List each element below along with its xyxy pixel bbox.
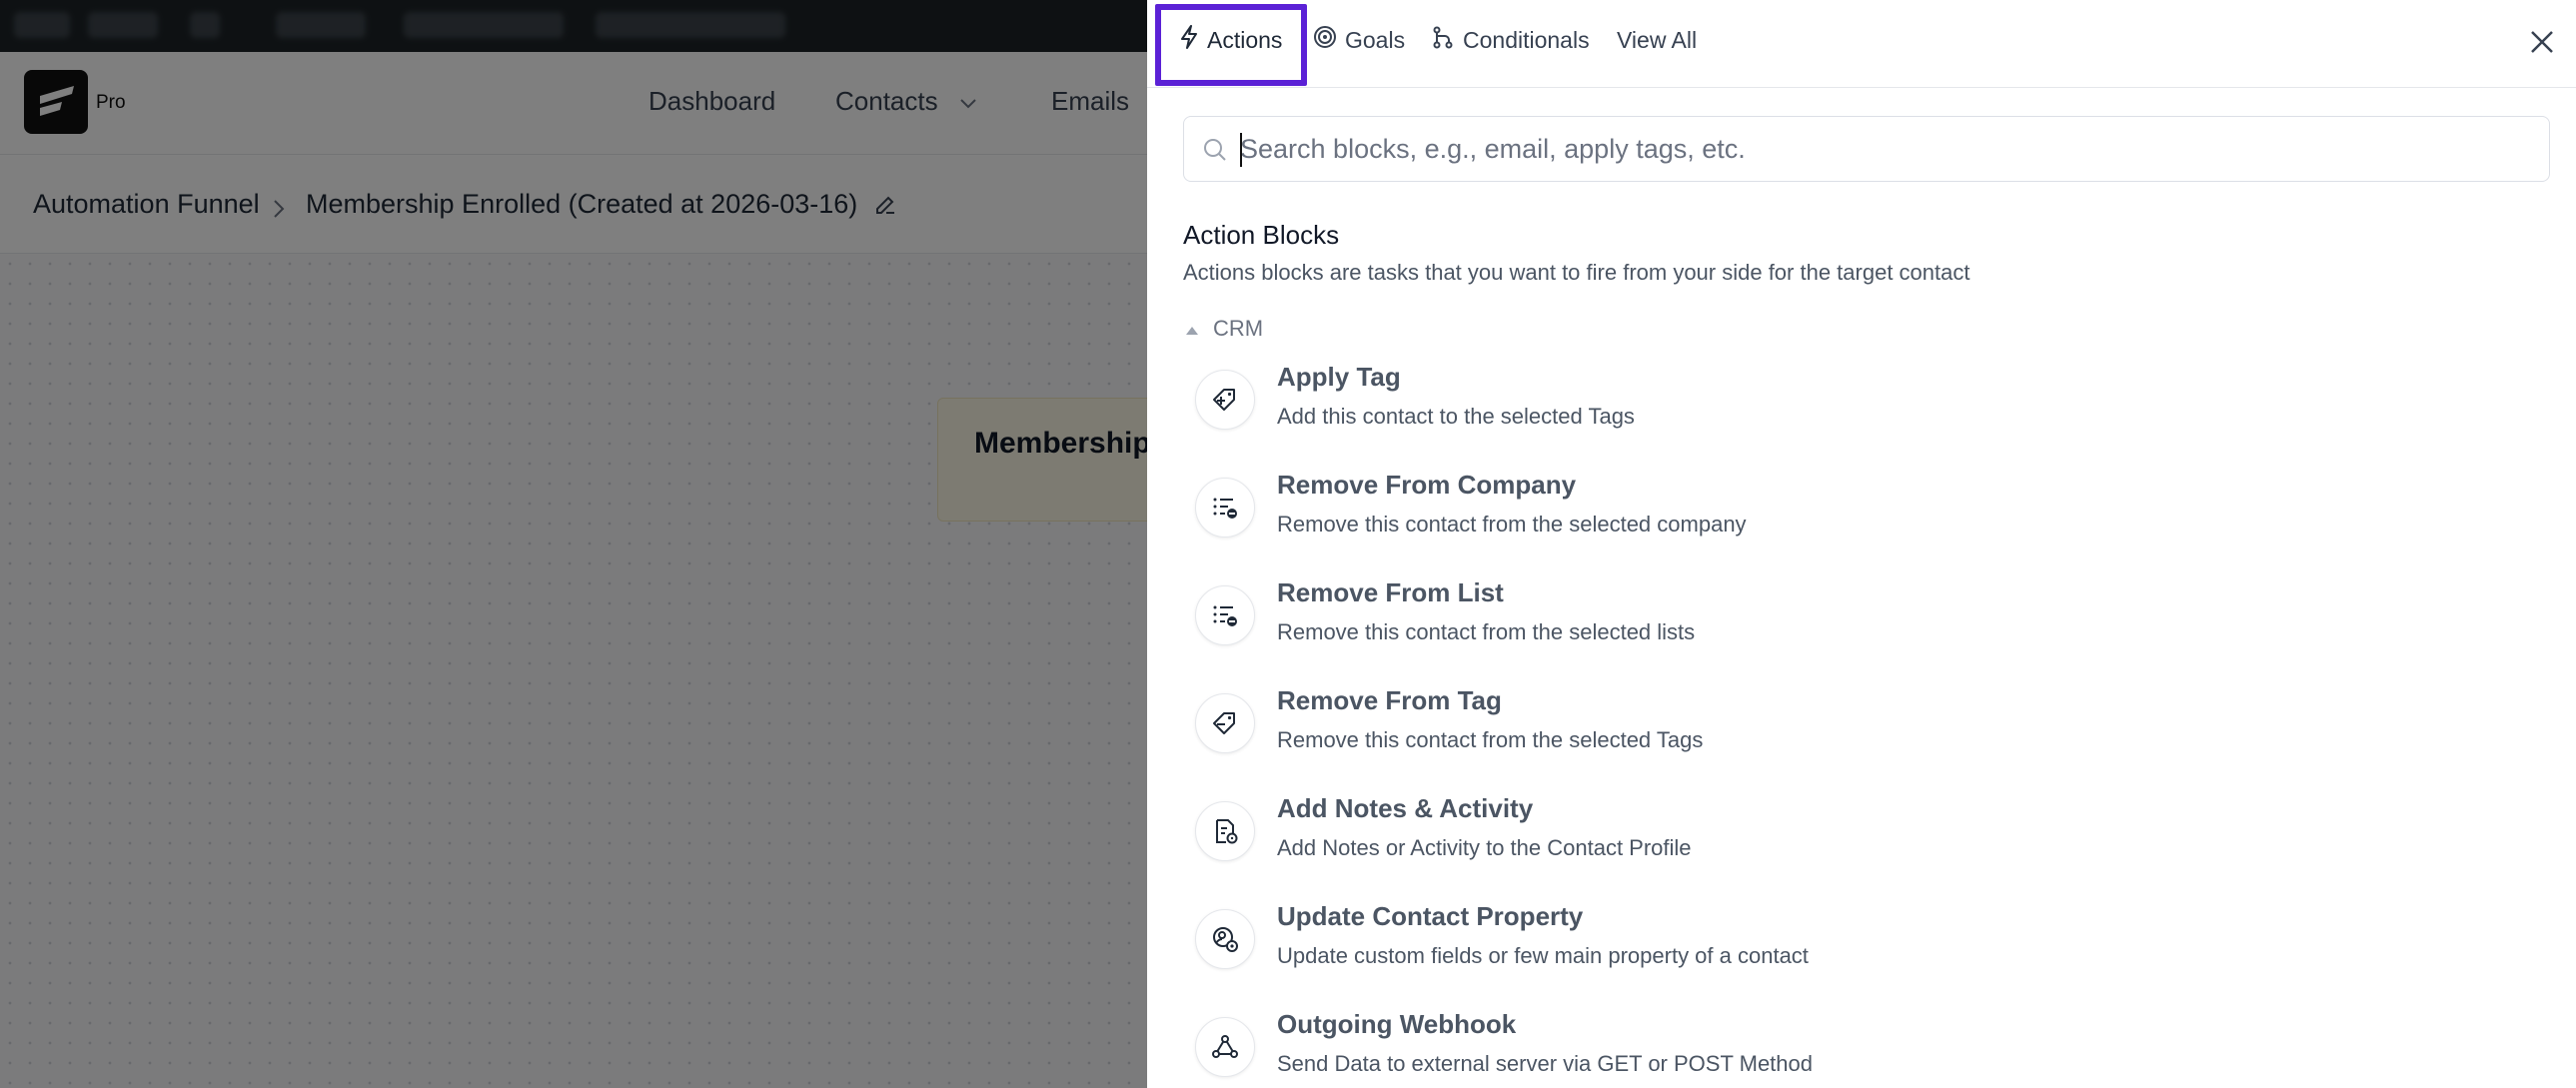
block-title: Apply Tag xyxy=(1277,362,1401,392)
text-caret xyxy=(1240,133,1242,167)
list-remove-icon xyxy=(1195,478,1255,538)
block-outgoing-webhook[interactable]: Outgoing Webhook Send Data to external s… xyxy=(1195,1009,2554,1088)
block-description: Send Data to external server via GET or … xyxy=(1277,1051,1813,1076)
block-title: Update Contact Property xyxy=(1277,901,1584,931)
active-tab-highlight xyxy=(1155,4,1307,86)
block-remove-from-list[interactable]: Remove From List Remove this contact fro… xyxy=(1195,577,2554,685)
block-title: Remove From List xyxy=(1277,577,1504,607)
block-add-notes-activity[interactable]: Add Notes & Activity Add Notes or Activi… xyxy=(1195,793,2554,901)
block-remove-from-company[interactable]: Remove From Company Remove this contact … xyxy=(1195,470,2554,577)
contact-settings-icon xyxy=(1195,909,1255,969)
branch-icon xyxy=(1431,25,1455,55)
caret-up-icon xyxy=(1185,316,1199,342)
block-description: Add this contact to the selected Tags xyxy=(1277,404,1635,429)
tab-view-all-label: View All xyxy=(1617,26,1698,53)
tag-remove-icon xyxy=(1195,693,1255,753)
block-title: Outgoing Webhook xyxy=(1277,1009,1517,1039)
search-icon xyxy=(1202,137,1228,168)
webhook-icon xyxy=(1195,1017,1255,1077)
section-title: Action Blocks xyxy=(1183,220,1340,250)
target-icon xyxy=(1313,25,1337,55)
tab-goals[interactable]: Goals xyxy=(1313,25,1405,55)
tab-goals-label: Goals xyxy=(1345,26,1406,53)
tab-conditionals[interactable]: Conditionals xyxy=(1431,25,1590,55)
block-description: Remove this contact from the selected Ta… xyxy=(1277,727,1704,752)
block-search xyxy=(1183,116,2550,182)
block-title: Remove From Tag xyxy=(1277,685,1502,715)
list-remove-icon xyxy=(1195,585,1255,645)
block-update-contact-property[interactable]: Update Contact Property Update custom fi… xyxy=(1195,901,2554,1009)
block-title: Remove From Company xyxy=(1277,470,1577,500)
tab-view-all[interactable]: View All xyxy=(1617,25,1697,55)
group-toggle-crm[interactable]: CRM xyxy=(1185,316,1263,342)
tab-conditionals-label: Conditionals xyxy=(1463,26,1590,53)
block-apply-tag[interactable]: Apply Tag Add this contact to the select… xyxy=(1195,362,2554,470)
block-description: Remove this contact from the selected li… xyxy=(1277,619,1696,644)
block-description: Update custom fields or few main propert… xyxy=(1277,943,1809,968)
block-description: Remove this contact from the selected co… xyxy=(1277,512,1747,537)
note-icon xyxy=(1195,801,1255,861)
close-icon[interactable] xyxy=(2526,26,2558,58)
block-title: Add Notes & Activity xyxy=(1277,793,1534,823)
search-input[interactable] xyxy=(1240,127,2529,171)
block-remove-from-tag[interactable]: Remove From Tag Remove this contact from… xyxy=(1195,685,2554,793)
section-description: Actions blocks are tasks that you want t… xyxy=(1183,260,1970,285)
modal-overlay[interactable] xyxy=(0,0,1147,1088)
group-label: CRM xyxy=(1213,316,1264,341)
add-block-drawer: Actions Goals Conditionals View All Act xyxy=(1147,0,2576,1088)
block-description: Add Notes or Activity to the Contact Pro… xyxy=(1277,835,1692,860)
block-type-tabs: Actions Goals Conditionals View All xyxy=(1147,0,2576,88)
action-block-list: Apply Tag Add this contact to the select… xyxy=(1195,362,2554,1088)
tag-plus-icon xyxy=(1195,370,1255,430)
